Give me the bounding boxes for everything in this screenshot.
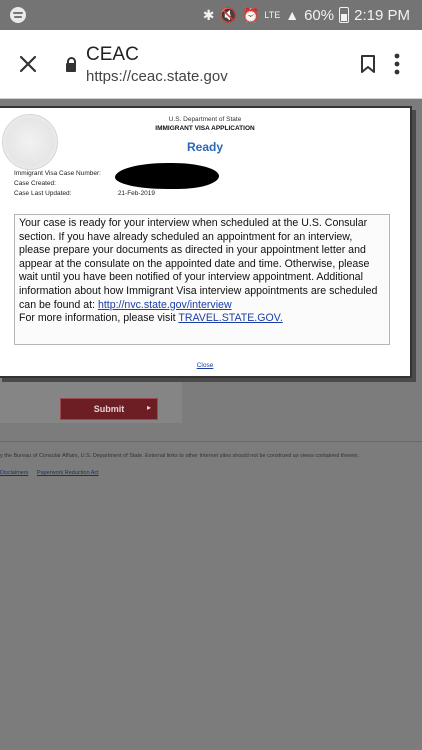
- battery-percent: 60%: [304, 6, 335, 24]
- message-text: Your case is ready for your interview wh…: [19, 217, 378, 311]
- browser-toolbar: CEAC https://ceac.state.gov: [0, 30, 422, 99]
- close-icon: [19, 55, 37, 73]
- redaction-mark: [115, 163, 219, 189]
- status-message: Your case is ready for your interview wh…: [14, 214, 390, 345]
- web-page: Submit ▸ y the Bureau of Consular Affair…: [0, 99, 422, 750]
- interview-link[interactable]: http://nvc.state.gov/interview: [98, 299, 232, 311]
- signal-icon: ▲: [285, 7, 300, 23]
- lock-icon: [66, 56, 76, 72]
- clock: 2:19 PM: [354, 6, 410, 24]
- status-bar: ✱ 🔇 ⏰ LTE ▲ 60% 2:19 PM: [0, 0, 422, 30]
- close-tab-button[interactable]: [10, 46, 46, 82]
- footer-link-disclaimers[interactable]: Disclaimers: [0, 470, 28, 476]
- page-url: https://ceac.state.gov: [86, 67, 228, 85]
- close-link[interactable]: Close: [197, 362, 214, 369]
- alarm-icon: ⏰: [241, 7, 260, 23]
- more-info-text: For more information, please visit: [19, 312, 179, 325]
- case-updated-value: 21-Feb-2019: [117, 190, 156, 197]
- case-number-row: Immigrant Visa Case Number:: [14, 170, 118, 177]
- page-title: CEAC: [86, 43, 139, 65]
- case-number-label: Immigrant Visa Case Number:: [14, 170, 101, 177]
- travel-link[interactable]: TRAVEL.STATE.GOV.: [178, 312, 282, 324]
- case-created-row: Case Created:: [14, 180, 118, 187]
- department-name: U.S. Department of State: [168, 116, 242, 123]
- mute-icon: 🔇: [219, 7, 237, 23]
- case-status: Ready: [186, 140, 224, 154]
- overflow-menu-button[interactable]: [382, 46, 412, 82]
- bookmark-icon: [361, 55, 375, 73]
- footer-links: Disclaimers Paperwork Reduction Act: [0, 470, 106, 476]
- spotify-icon: [10, 7, 26, 23]
- bluetooth-icon: ✱: [202, 7, 215, 23]
- case-updated-label: Case Last Updated:: [14, 190, 72, 197]
- case-created-label: Case Created:: [14, 180, 56, 187]
- footer-link-paperwork[interactable]: Paperwork Reduction Act: [37, 470, 99, 476]
- footer-divider: [0, 441, 422, 442]
- submit-label: Submit: [93, 404, 125, 414]
- submit-button[interactable]: Submit ▸: [60, 398, 158, 420]
- more-vert-icon: [394, 53, 400, 75]
- signal-label: LTE: [264, 10, 281, 20]
- case-updated-row: Case Last Updated: 21-Feb-2019: [14, 190, 155, 197]
- bookmark-button[interactable]: [354, 46, 382, 82]
- close-link-wrap: Close: [0, 362, 410, 369]
- battery-icon: [339, 7, 350, 23]
- page-title-block: CEAC https://ceac.state.gov: [86, 44, 228, 85]
- application-title: IMMIGRANT VISA APPLICATION: [155, 125, 255, 132]
- footer-text: y the Bureau of Consular Affairs, U.S. D…: [0, 453, 360, 459]
- status-modal: U.S. Department of State IMMIGRANT VISA …: [0, 106, 412, 378]
- arrow-right-icon: ▸: [146, 403, 151, 412]
